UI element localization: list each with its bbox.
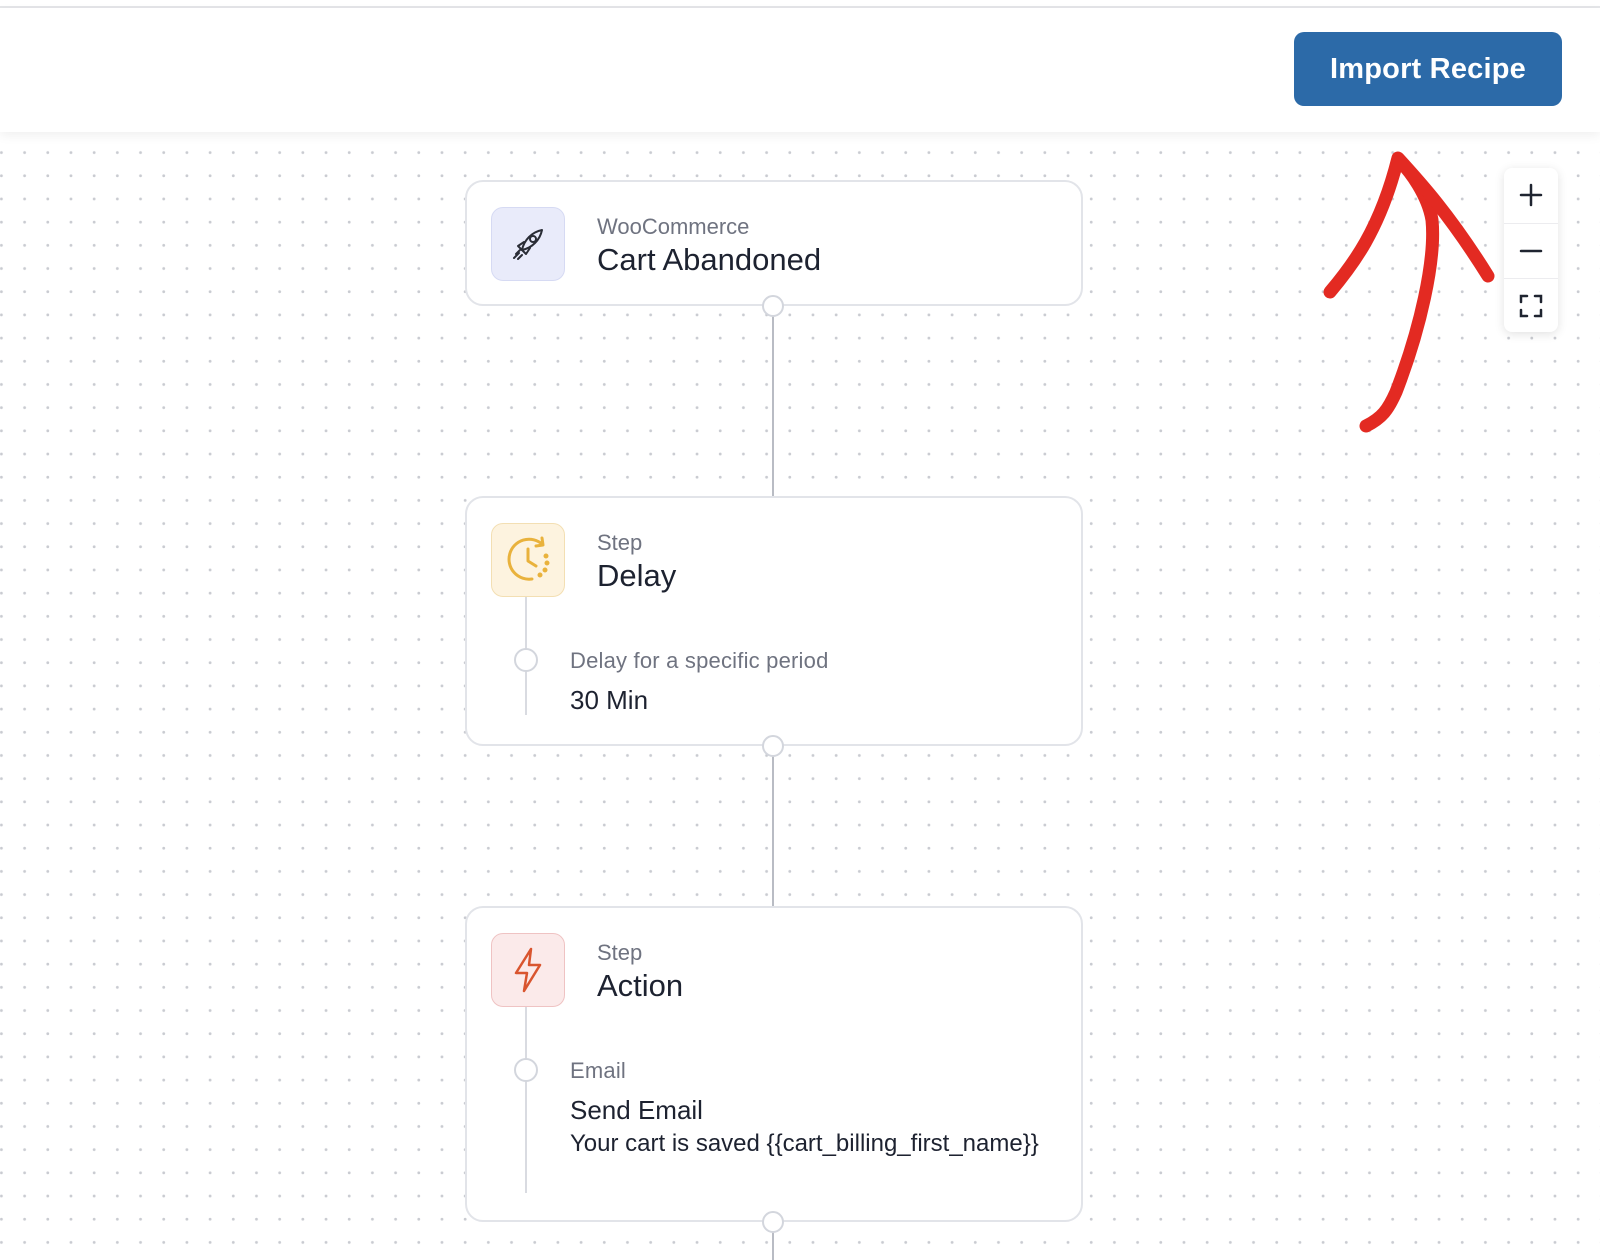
import-recipe-button[interactable]: Import Recipe xyxy=(1294,32,1562,106)
connector-delay-action xyxy=(772,746,774,906)
delay-detail-label: Delay for a specific period xyxy=(570,648,829,673)
delay-detail-value: 30 Min xyxy=(570,685,649,715)
action-detail-label: Email xyxy=(570,1058,627,1083)
lightning-icon xyxy=(491,933,565,1007)
trigger-title: Cart Abandoned xyxy=(597,242,822,277)
delay-step-node[interactable]: Step Delay Delay for a specific period 3… xyxy=(465,496,1083,746)
header-bar: Import Recipe xyxy=(0,8,1600,132)
fit-view-icon xyxy=(1519,294,1543,317)
delay-kicker: Step xyxy=(597,530,643,555)
action-output-handle[interactable] xyxy=(762,1211,784,1233)
clock-icon xyxy=(491,523,565,597)
trigger-output-handle[interactable] xyxy=(762,295,784,317)
delay-detail-dot xyxy=(514,648,538,672)
minus-icon xyxy=(1519,249,1543,252)
action-step-node[interactable]: Step Action Email Send Email Your cart i… xyxy=(465,906,1083,1222)
delay-output-handle[interactable] xyxy=(762,735,784,757)
trigger-source: WooCommerce xyxy=(597,214,750,239)
zoom-controls xyxy=(1504,168,1558,332)
zoom-in-button[interactable] xyxy=(1504,168,1558,222)
action-rail xyxy=(525,1007,527,1193)
plus-icon xyxy=(1519,183,1543,207)
zoom-out-button[interactable] xyxy=(1504,223,1558,277)
action-detail-dot xyxy=(514,1058,538,1082)
fit-view-button[interactable] xyxy=(1504,278,1558,332)
action-detail-value: Send Email xyxy=(570,1095,703,1125)
email-subject: Your cart is saved {{cart_billing_first_… xyxy=(570,1130,1039,1157)
connector-trigger-delay xyxy=(772,306,774,496)
trigger-node[interactable]: WooCommerce Cart Abandoned xyxy=(465,180,1083,306)
delay-title: Delay xyxy=(597,558,677,593)
rocket-icon xyxy=(491,207,565,281)
action-kicker: Step xyxy=(597,940,643,965)
action-title: Action xyxy=(597,968,684,1003)
top-border xyxy=(0,0,1600,8)
